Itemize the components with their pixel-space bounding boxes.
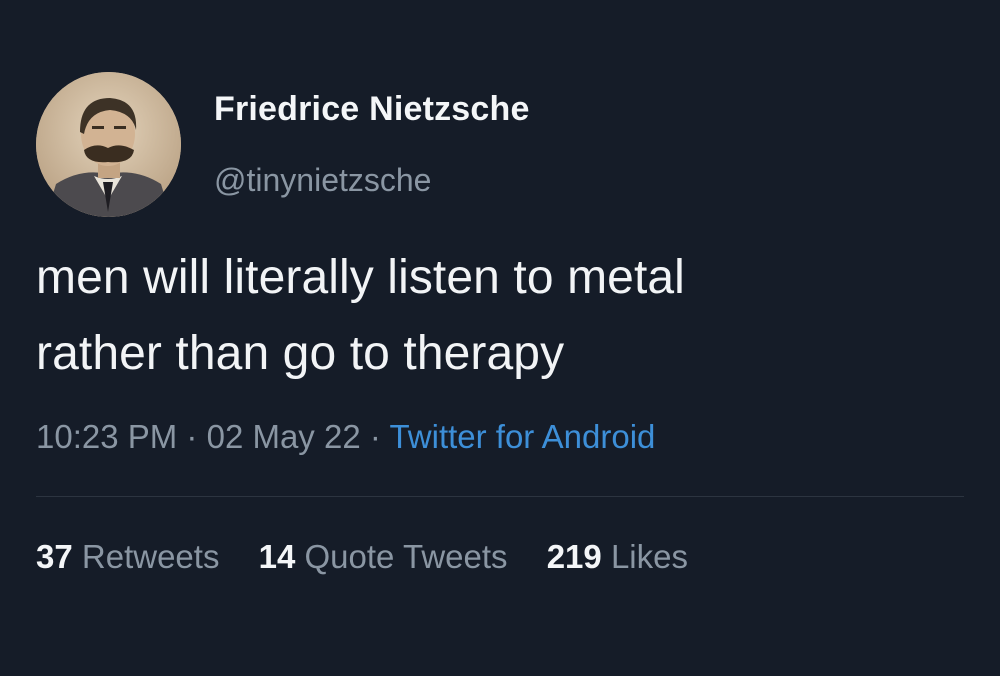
likes-label: Likes <box>610 538 688 575</box>
meta-separator: · <box>186 418 198 455</box>
author-avatar[interactable] <box>36 72 181 217</box>
author-display-name[interactable]: Friedrice Nietzsche <box>214 90 530 129</box>
likes-count: 219 <box>546 538 602 575</box>
tweet-metadata: 10:23 PM · 02 May 22 · Twitter for Andro… <box>36 418 655 456</box>
tweet-source-link[interactable]: Twitter for Android <box>389 418 655 455</box>
likes-stat[interactable]: 219 Likes <box>547 538 688 575</box>
retweets-count: 37 <box>36 538 73 575</box>
portrait-icon <box>36 72 181 217</box>
quote-tweets-label: Quote Tweets <box>304 538 508 575</box>
tweet-text-line-2: rather than go to therapy <box>36 327 565 380</box>
tweet-date[interactable]: 02 May 22 <box>207 418 361 455</box>
tweet-stats: 37 Retweets 14 Quote Tweets 219 Likes <box>36 538 718 576</box>
quote-tweets-count: 14 <box>258 538 296 575</box>
author-handle[interactable]: @tinynietzsche <box>214 162 431 199</box>
tweet-time[interactable]: 10:23 PM <box>36 418 177 455</box>
meta-separator: · <box>369 418 381 455</box>
divider <box>36 496 964 497</box>
retweets-label: Retweets <box>81 538 220 575</box>
quote-tweets-stat[interactable]: 14 Quote Tweets <box>259 538 508 575</box>
retweets-stat[interactable]: 37 Retweets <box>36 538 219 575</box>
tweet-card: Friedrice Nietzsche @tinynietzsche men w… <box>0 0 1000 676</box>
tweet-text-line-1: men will literally listen to metal <box>36 251 685 304</box>
tweet-body: men will literally listen to metal rathe… <box>36 240 976 392</box>
